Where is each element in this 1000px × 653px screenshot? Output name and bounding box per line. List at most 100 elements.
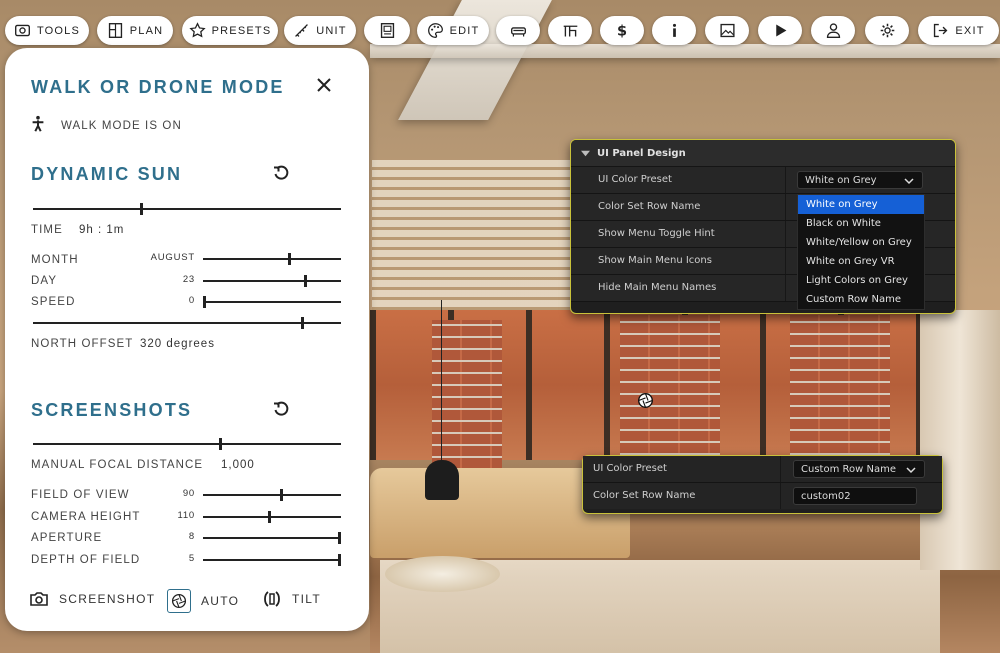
auto-button[interactable]: AUTO — [167, 589, 239, 613]
month-label: MONTH — [31, 254, 79, 266]
combo-value: Custom Row Name — [801, 463, 896, 475]
column-divider — [780, 456, 781, 482]
materials-button[interactable] — [364, 16, 410, 45]
unit-button[interactable]: UNIT — [284, 16, 356, 45]
day-slider[interactable] — [203, 275, 341, 287]
camera-height-label: CAMERA HEIGHT — [31, 511, 141, 523]
plan-button[interactable]: PLAN — [97, 16, 173, 45]
tilt-button[interactable]: TILT — [262, 589, 321, 609]
show-menu-toggle-hint-label: Show Menu Toggle Hint — [598, 228, 715, 239]
presets-label: PRESETS — [211, 24, 272, 37]
dof-value: 5 — [188, 553, 195, 564]
presets-button[interactable]: PRESETS — [182, 16, 278, 45]
sofa-icon — [510, 27, 526, 37]
walk-mode-status: WALK MODE IS ON — [61, 120, 182, 132]
settings-side-panel: WALK OR DRONE MODE WALK MODE IS ON DYNAM… — [5, 48, 369, 631]
ui-color-preset-row: UI Color Preset Custom Row Name — [583, 456, 942, 483]
dropdown-option[interactable]: White/Yellow on Grey — [798, 233, 924, 252]
ui-color-preset-combo[interactable]: White on Grey — [797, 171, 923, 189]
gallery-button[interactable] — [705, 16, 749, 45]
play-button[interactable] — [758, 16, 802, 45]
exit-icon — [934, 23, 948, 38]
month-value: AUGUST — [150, 252, 195, 263]
dropdown-option[interactable]: Custom Row Name — [798, 290, 924, 309]
slider-thumb[interactable] — [219, 438, 222, 450]
collapse-triangle-icon — [581, 150, 590, 156]
settings-button[interactable] — [865, 16, 909, 45]
exit-button[interactable]: EXIT — [918, 16, 999, 45]
info-button[interactable] — [652, 16, 696, 45]
column-divider — [785, 275, 786, 301]
dropdown-option[interactable]: White on Grey VR — [798, 252, 924, 271]
ui-color-preset-label: UI Color Preset — [598, 174, 672, 185]
slider-thumb[interactable] — [288, 253, 291, 265]
dropdown-option[interactable]: Black on White — [798, 214, 924, 233]
slider-thumb[interactable] — [338, 532, 341, 544]
aperture-slider[interactable] — [203, 532, 341, 544]
edit-button[interactable]: EDIT — [417, 16, 489, 45]
image-icon — [719, 23, 735, 38]
screenshots-section-title: SCREENSHOTS — [31, 400, 193, 420]
tools-label: TOOLS — [36, 24, 81, 37]
sun-section-title: DYNAMIC SUN — [31, 164, 183, 184]
slider-thumb[interactable] — [304, 275, 307, 287]
furniture-button[interactable] — [496, 16, 540, 45]
show-main-menu-icons-label: Show Main Menu Icons — [598, 255, 712, 266]
aperture-cursor-icon — [638, 393, 653, 408]
slider-thumb[interactable] — [203, 296, 206, 308]
dropdown-option[interactable]: Light Colors on Grey — [798, 271, 924, 290]
reset-icon[interactable] — [273, 165, 289, 181]
slider-thumb[interactable] — [280, 489, 283, 501]
dof-label: DEPTH OF FIELD — [31, 554, 141, 566]
column-divider — [785, 194, 786, 220]
aperture-value: 8 — [188, 531, 195, 542]
fov-value: 90 — [182, 488, 195, 499]
camera-height-slider[interactable] — [203, 511, 341, 523]
structure-icon — [563, 25, 577, 37]
chevron-down-icon — [906, 467, 916, 474]
time-label: TIME — [31, 224, 63, 236]
speed-slider[interactable] — [203, 296, 341, 308]
speed-value: 0 — [188, 295, 195, 306]
slider-thumb[interactable] — [140, 203, 143, 215]
auto-toggle[interactable] — [167, 589, 191, 613]
column-divider — [780, 483, 781, 509]
slider-thumb[interactable] — [268, 511, 271, 523]
slider-thumb[interactable] — [301, 317, 304, 329]
lamp-cord — [441, 300, 442, 460]
reset-icon[interactable] — [273, 401, 289, 417]
color-set-row-name-input[interactable]: custom02 — [793, 487, 917, 505]
walking-person-icon — [32, 115, 44, 132]
ui-panel-design-title: UI Panel Design — [597, 147, 686, 159]
screenshot-button[interactable]: SCREENSHOT — [29, 589, 155, 609]
focal-distance-value: 1,000 — [221, 459, 255, 471]
north-offset-slider[interactable] — [33, 317, 341, 329]
fov-slider[interactable] — [203, 489, 341, 501]
tilt-label: TILT — [292, 592, 321, 606]
coffee-table — [385, 556, 500, 592]
speed-label: SPEED — [31, 296, 76, 308]
ui-color-preset-combo[interactable]: Custom Row Name — [793, 460, 925, 478]
slider-thumb[interactable] — [338, 554, 341, 566]
ui-panel-design-header[interactable]: UI Panel Design — [571, 140, 955, 167]
architecture-button[interactable] — [548, 16, 592, 45]
color-set-row-name-label: Color Set Row Name — [593, 490, 696, 501]
month-slider[interactable] — [203, 253, 341, 265]
color-set-row-name-row: Color Set Row Name custom02 — [583, 483, 942, 509]
play-icon — [775, 24, 786, 37]
tools-button[interactable]: TOOLS — [5, 16, 89, 45]
column-divider — [785, 248, 786, 274]
exit-label: EXIT — [955, 24, 985, 37]
brick-wall — [620, 315, 720, 455]
camera-icon — [14, 24, 30, 37]
north-offset-value: 320 degrees — [140, 338, 215, 350]
cost-button[interactable]: $ — [600, 16, 644, 45]
chevron-down-icon — [904, 178, 914, 185]
dropdown-option[interactable]: White on Grey — [798, 195, 924, 214]
dof-slider[interactable] — [203, 554, 341, 566]
user-button[interactable] — [811, 16, 855, 45]
focal-distance-slider[interactable] — [33, 438, 341, 450]
close-icon[interactable] — [315, 76, 333, 94]
walk-section-title: WALK OR DRONE MODE — [31, 77, 285, 97]
time-slider[interactable] — [33, 203, 341, 215]
